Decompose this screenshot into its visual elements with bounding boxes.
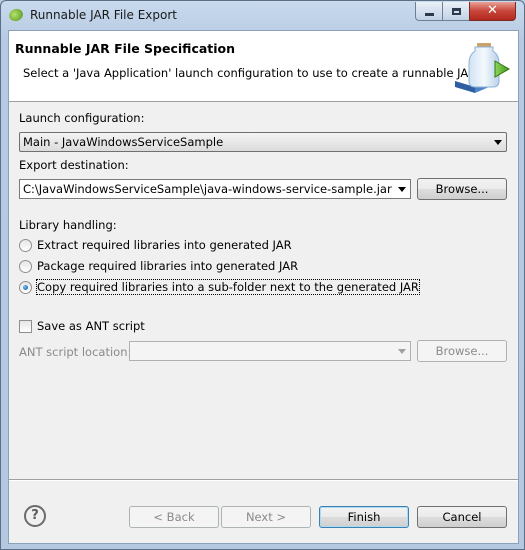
library-option-copy-label: Copy required libraries into a sub-folde… <box>36 279 420 295</box>
export-destination-input[interactable]: C:\JavaWindowsServiceSample\java-windows… <box>19 179 411 199</box>
launch-configuration-value: Main - JavaWindowsServiceSample <box>23 135 224 149</box>
save-ant-script-checkbox-row[interactable]: Save as ANT script <box>19 319 145 333</box>
jar-export-icon <box>455 43 511 93</box>
library-option-extract-label: Extract required libraries into generate… <box>37 238 292 252</box>
window-title: Runnable JAR File Export <box>30 8 177 22</box>
chevron-down-icon <box>494 140 502 145</box>
library-option-package-label: Package required libraries into generate… <box>37 259 299 273</box>
export-destination-label: Export destination: <box>19 158 129 172</box>
ant-script-location-label: ANT script location: <box>19 345 132 359</box>
page-description: Select a 'Java Application' launch confi… <box>23 66 480 80</box>
eclipse-app-icon <box>7 6 25 24</box>
chevron-down-icon <box>398 349 406 354</box>
maximize-icon <box>451 7 461 15</box>
back-button[interactable]: < Back <box>129 506 219 528</box>
finish-button[interactable]: Finish <box>319 506 409 528</box>
maximize-button[interactable] <box>442 2 470 21</box>
radio-button[interactable] <box>19 259 32 273</box>
save-ant-script-checkbox[interactable] <box>19 319 32 333</box>
launch-configuration-select[interactable]: Main - JavaWindowsServiceSample <box>19 132 507 152</box>
help-icon[interactable]: ? <box>24 505 46 527</box>
next-button[interactable]: Next > <box>221 506 311 528</box>
close-button[interactable]: ✕ <box>469 2 516 21</box>
radio-button-selected[interactable] <box>19 280 32 294</box>
cancel-button[interactable]: Cancel <box>417 506 507 528</box>
wizard-header: Runnable JAR File Specification Select a… <box>9 31 518 102</box>
chevron-down-icon <box>398 187 406 192</box>
export-browse-button[interactable]: Browse... <box>417 178 507 200</box>
export-destination-value: C:\JavaWindowsServiceSample\java-windows… <box>23 182 392 196</box>
launch-configuration-label: Launch configuration: <box>19 111 145 125</box>
dialog-window: Runnable JAR File Export ✕ Runnable JAR … <box>0 0 525 550</box>
footer-separator <box>9 479 518 481</box>
library-option-extract[interactable]: Extract required libraries into generate… <box>19 238 292 252</box>
title-bar[interactable]: Runnable JAR File Export ✕ <box>1 1 524 29</box>
minimize-button[interactable] <box>415 2 443 21</box>
page-title: Runnable JAR File Specification <box>15 41 236 56</box>
minimize-icon <box>424 12 434 16</box>
ant-browse-button[interactable]: Browse... <box>417 340 507 362</box>
dialog-client-area: Runnable JAR File Specification Select a… <box>8 30 519 544</box>
save-ant-script-label: Save as ANT script <box>37 319 145 333</box>
ant-script-location-input[interactable] <box>129 341 411 361</box>
library-option-copy[interactable]: Copy required libraries into a sub-folde… <box>19 279 420 295</box>
close-icon: ✕ <box>487 3 498 18</box>
radio-button[interactable] <box>19 238 32 252</box>
library-option-package[interactable]: Package required libraries into generate… <box>19 259 298 273</box>
library-handling-label: Library handling: <box>19 218 117 232</box>
